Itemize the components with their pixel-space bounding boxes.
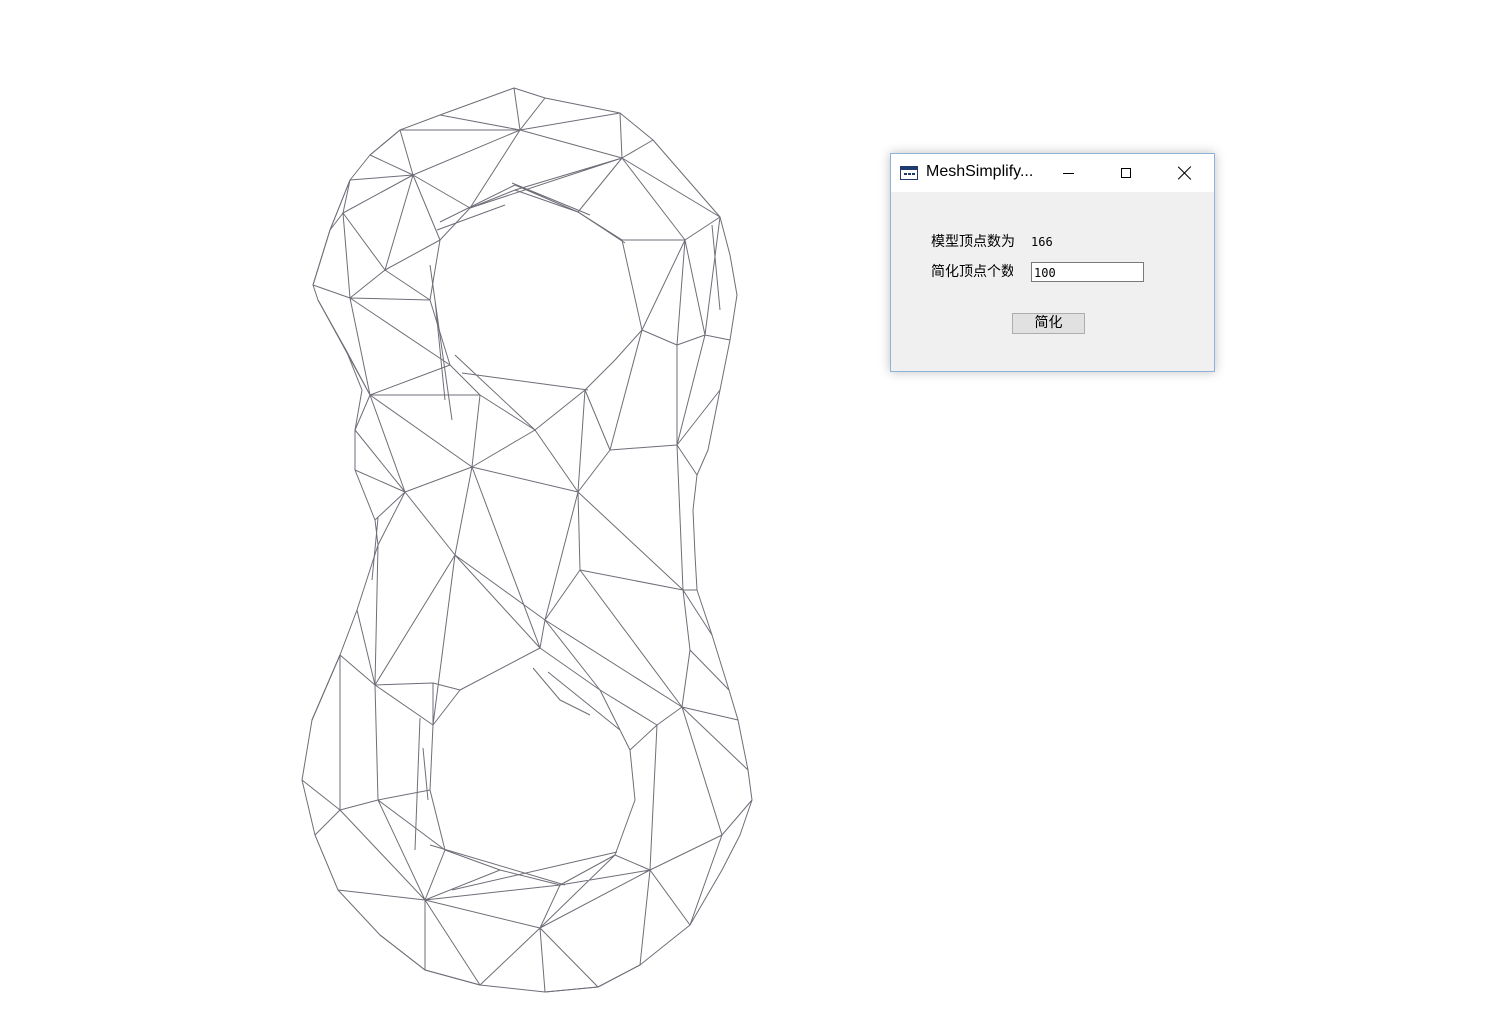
close-icon [1178, 166, 1192, 180]
dialog-titlebar[interactable]: MeshSimplify... [891, 154, 1214, 192]
mesh-outline [301, 87, 753, 993]
simplify-button[interactable]: 简化 [1012, 313, 1085, 334]
maximize-button[interactable] [1103, 154, 1149, 192]
wireframe-mesh [301, 87, 753, 993]
vertex-count-value: 166 [1031, 235, 1053, 249]
close-button[interactable] [1162, 154, 1208, 192]
vertex-count-label: 模型顶点数为 [931, 234, 1015, 250]
maximize-icon [1121, 168, 1131, 178]
window-app-icon [900, 166, 918, 180]
mesh-strands [371, 182, 721, 891]
mesh-upper-hole [429, 189, 643, 431]
target-vertex-input[interactable] [1031, 262, 1144, 282]
minimize-button[interactable] [1045, 154, 1091, 192]
mesh-edges [301, 87, 753, 993]
mesh-simplify-dialog: MeshSimplify... 模型顶点数为 166 简化顶点个数 简化 [890, 153, 1215, 372]
minimize-icon [1062, 172, 1074, 174]
mesh-lower-hole [429, 647, 636, 886]
mesh-viewport[interactable] [0, 0, 1506, 1016]
dialog-title: MeshSimplify... [926, 163, 1034, 180]
target-vertex-label: 简化顶点个数 [931, 264, 1013, 280]
